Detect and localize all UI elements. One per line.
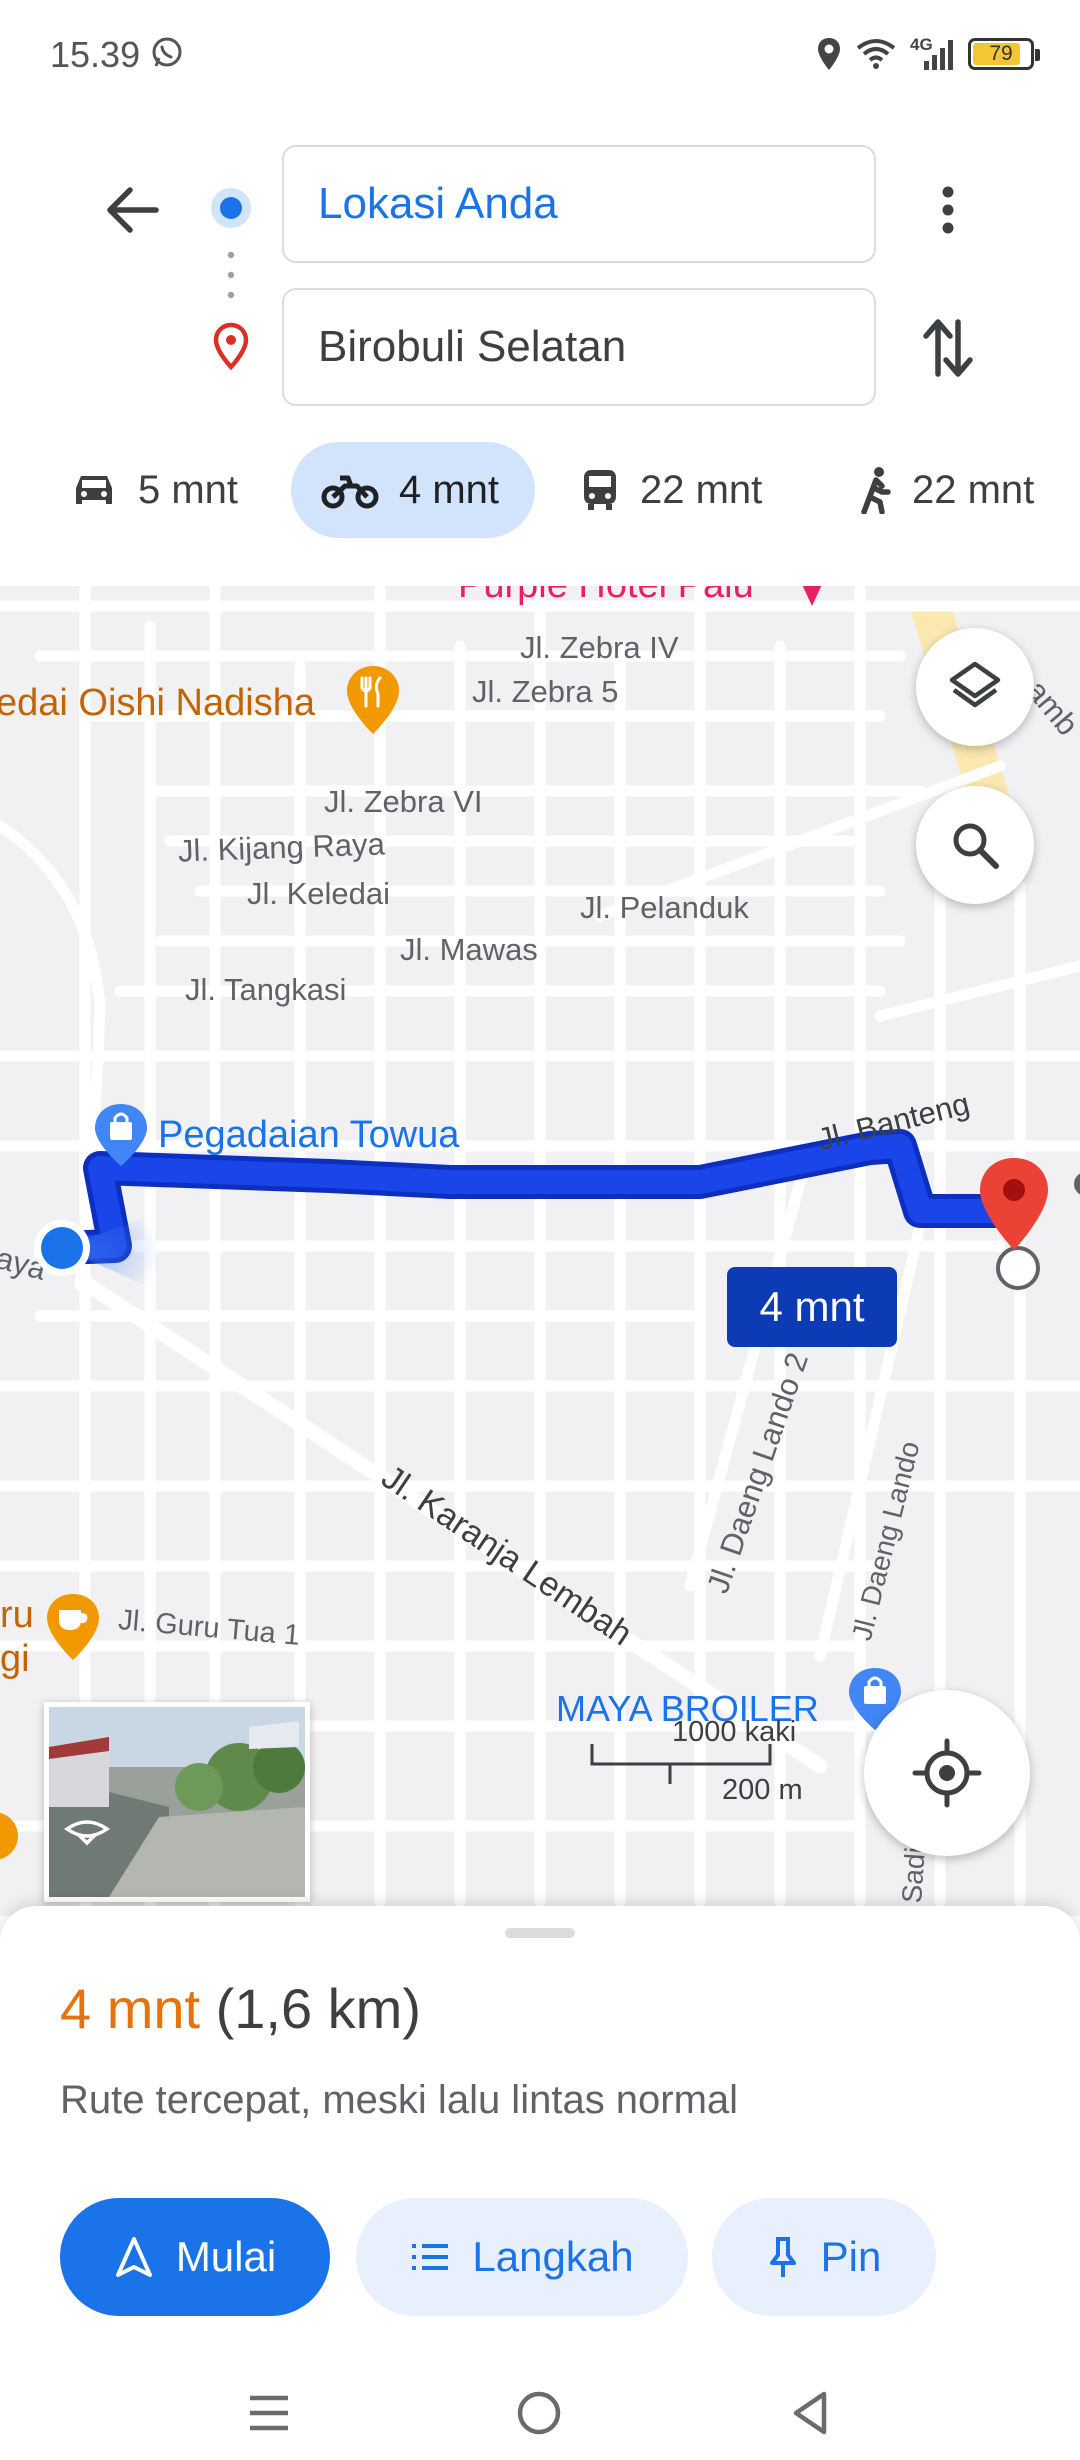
map-view[interactable]: Jl. Zebra IV Jl. Zebra 5 Jl. Zebra VI Jl… bbox=[0, 586, 1080, 1916]
pin-label: Pin bbox=[820, 2233, 882, 2280]
mode-car[interactable]: 5 mnt bbox=[40, 442, 268, 538]
edge-label-sadi: Sadi bbox=[896, 1846, 931, 1905]
search-icon bbox=[953, 823, 999, 869]
mode-transit[interactable]: 22 mnt bbox=[550, 442, 792, 538]
pin-button[interactable]: Pin bbox=[712, 2198, 936, 2316]
edge-label-ru: ru bbox=[0, 1594, 34, 1636]
swap-icon bbox=[923, 319, 973, 377]
street-label-kijang: Jl. Kijang Raya bbox=[177, 826, 386, 869]
bus-icon bbox=[584, 470, 616, 510]
street-label-keledai: Jl. Keledai bbox=[247, 876, 391, 911]
destination-input[interactable]: Birobuli Selatan bbox=[282, 288, 876, 406]
street-view-icon bbox=[63, 1820, 111, 1846]
more-options-button[interactable] bbox=[910, 170, 986, 250]
directions-header: Lokasi Anda Birobuli Selatan 5 mnt 4 mnt… bbox=[0, 110, 1080, 590]
destination-pin-icon bbox=[213, 322, 249, 370]
walk-icon bbox=[861, 467, 891, 514]
battery-percent: 79 bbox=[989, 42, 1013, 65]
home-icon[interactable] bbox=[516, 2390, 562, 2436]
navigation-icon bbox=[115, 2237, 152, 2277]
travel-mode-bar: 5 mnt 4 mnt 22 mnt 22 mnt bbox=[0, 442, 1080, 542]
more-vert-icon bbox=[942, 186, 954, 234]
steps-button[interactable]: Langkah bbox=[356, 2198, 688, 2316]
drag-handle[interactable] bbox=[505, 1928, 575, 1938]
list-icon bbox=[412, 2244, 449, 2270]
status-time: 15.39 bbox=[50, 34, 141, 75]
edge-label-gi: gi bbox=[0, 1638, 30, 1680]
poi-label-hotel[interactable]: Purple Hotel Palu bbox=[458, 586, 754, 607]
motorcycle-icon bbox=[321, 475, 379, 509]
partial-poi-icon bbox=[0, 1812, 18, 1860]
status-icons: 4G 79 bbox=[816, 34, 1040, 74]
map-search-button[interactable] bbox=[916, 786, 1034, 904]
back-button[interactable] bbox=[92, 170, 172, 250]
route-description: Rute tercepat, meski lalu lintas normal bbox=[60, 2078, 739, 2122]
wifi-icon bbox=[856, 39, 896, 69]
street-label-pelanduk: Jl. Pelanduk bbox=[580, 890, 749, 925]
route-eta-chip[interactable]: 4 mnt bbox=[727, 1267, 897, 1347]
mode-walk[interactable]: 22 mnt bbox=[830, 442, 1064, 538]
pin-icon bbox=[769, 2237, 796, 2277]
my-location-icon bbox=[912, 1738, 982, 1808]
mode-transit-label: 22 mnt bbox=[640, 467, 763, 512]
back-arrow-icon bbox=[107, 187, 159, 233]
route-distance: (1,6 km) bbox=[215, 1977, 421, 2040]
start-button[interactable]: Mulai bbox=[60, 2198, 330, 2316]
street-view-thumbnail[interactable] bbox=[44, 1702, 310, 1902]
menu-icon[interactable] bbox=[248, 2392, 290, 2434]
mode-motorcycle[interactable]: 4 mnt bbox=[291, 442, 535, 538]
destination-marker-icon bbox=[980, 1158, 1048, 1290]
mode-motorcycle-label: 4 mnt bbox=[399, 467, 500, 512]
partial-marker-icon bbox=[1074, 1173, 1080, 1195]
start-label: Mulai bbox=[175, 2233, 277, 2280]
my-location-button[interactable] bbox=[864, 1690, 1030, 1856]
poi-label-kedai[interactable]: edai Oishi Nadisha bbox=[0, 682, 315, 725]
poi-label-pegadaian[interactable]: Pegadaian Towua bbox=[158, 1114, 459, 1157]
status-bar: 15.39 4G 79 bbox=[0, 0, 1080, 110]
layers-button[interactable] bbox=[916, 628, 1034, 746]
system-nav-bar bbox=[0, 2350, 1080, 2460]
route-dots bbox=[227, 251, 235, 299]
route-duration: 4 mnt bbox=[60, 1977, 201, 2040]
current-location-icon bbox=[34, 1212, 160, 1292]
back-icon[interactable] bbox=[790, 2390, 830, 2436]
route-summary: 4 mnt (1,6 km) bbox=[60, 1976, 421, 2041]
steps-label: Langkah bbox=[472, 2233, 634, 2280]
signal-icon: 4G bbox=[910, 35, 954, 71]
origin-dot-icon bbox=[211, 188, 251, 228]
map-scale: 1000 kaki 200 m bbox=[590, 1716, 830, 1834]
swap-button[interactable] bbox=[910, 308, 986, 388]
cafe-pin-icon[interactable] bbox=[44, 1592, 102, 1662]
layers-icon bbox=[949, 661, 1001, 708]
street-view-image bbox=[49, 1707, 305, 1897]
shopping-pin-icon[interactable] bbox=[92, 1102, 150, 1168]
location-icon bbox=[818, 38, 840, 70]
origin-input[interactable]: Lokasi Anda bbox=[282, 145, 876, 263]
restaurant-pin-icon[interactable] bbox=[344, 664, 402, 736]
hotel-pin-icon[interactable] bbox=[796, 586, 828, 610]
car-icon bbox=[76, 476, 112, 504]
mode-walk-label: 22 mnt bbox=[912, 467, 1035, 512]
battery-icon: 79 bbox=[968, 38, 1040, 70]
street-label-zebra5: Jl. Zebra 5 bbox=[472, 674, 619, 709]
street-label-zebra6: Jl. Zebra VI bbox=[324, 784, 483, 819]
street-label-tangkasi: Jl. Tangkasi bbox=[185, 972, 347, 1007]
mode-car-label: 5 mnt bbox=[138, 467, 239, 512]
street-label-zebra4: Jl. Zebra IV bbox=[520, 630, 679, 665]
street-label-mawas: Jl. Mawas bbox=[400, 932, 538, 967]
whatsapp-icon bbox=[152, 37, 182, 67]
